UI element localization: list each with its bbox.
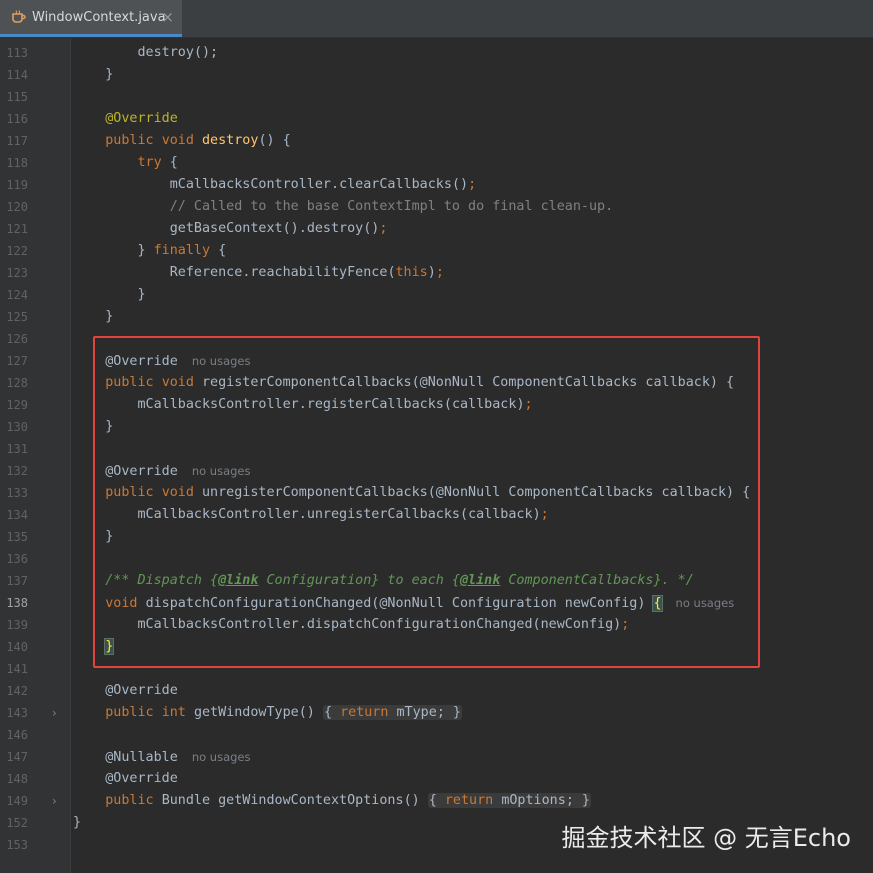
code-line-116: 116 @Override <box>0 108 873 130</box>
usages-hint[interactable]: no usages <box>192 750 251 764</box>
code-line-142: 142 @Override <box>0 680 873 702</box>
code-line-148: 148 @Override <box>0 768 873 790</box>
line-number: 143 <box>6 706 28 720</box>
code-text: @Override <box>105 683 178 698</box>
line-number: 135 <box>6 530 28 544</box>
code-line-125: 125 } <box>0 306 873 328</box>
code-text: @Override <box>105 771 178 786</box>
line-number: 148 <box>6 772 28 786</box>
editor-tab-bar: WindowContext.java × <box>0 0 873 38</box>
chevron-right-icon[interactable]: › <box>52 702 57 724</box>
line-number: 120 <box>6 200 28 214</box>
line-number: 117 <box>6 134 28 148</box>
line-number: 153 <box>6 838 28 852</box>
code-text: // Called to the base ContextImpl to do … <box>169 199 614 214</box>
line-number: 114 <box>6 68 28 82</box>
code-line-143: 143 › public int getWindowType() { retur… <box>0 702 873 724</box>
line-number: 115 <box>6 90 28 104</box>
line-number: 133 <box>6 486 28 500</box>
line-number: 132 <box>6 464 28 478</box>
code-line-113: 113 destroy(); <box>0 42 873 64</box>
code-text: } <box>73 815 82 830</box>
line-number: 124 <box>6 288 28 302</box>
code-text: } <box>73 287 146 302</box>
line-number: 126 <box>6 332 28 346</box>
code-line-119: 119 mCallbacksController.clearCallbacks(… <box>0 174 873 196</box>
line-number: 138 <box>6 596 28 610</box>
tab-label: WindowContext.java <box>32 9 166 25</box>
line-number: 149 <box>6 794 28 808</box>
code-line-122: 122 } finally { <box>0 240 873 262</box>
code-text: public int getWindowType() { return mTyp… <box>105 705 462 720</box>
code-text: } <box>73 67 114 82</box>
line-number: 125 <box>6 310 28 324</box>
code-line-115: 115 <box>0 86 873 108</box>
folded-region[interactable]: { return mOptions; } <box>427 793 591 808</box>
code-line-118: 118 try { <box>0 152 873 174</box>
code-text: getBaseContext().destroy(); <box>169 221 388 236</box>
code-text: try { <box>137 155 178 170</box>
line-number: 122 <box>6 244 28 258</box>
code-text: } finally { <box>73 243 227 258</box>
line-number: 140 <box>6 640 28 654</box>
line-number: 146 <box>6 728 28 742</box>
line-number: 137 <box>6 574 28 588</box>
highlight-annotation-box <box>93 336 760 668</box>
tab-window-context-java[interactable]: WindowContext.java × <box>0 0 182 37</box>
code-text: } <box>73 309 114 324</box>
code-text: public void destroy() { <box>105 133 291 148</box>
line-number: 128 <box>6 376 28 390</box>
line-number: 136 <box>6 552 28 566</box>
java-cup-icon <box>8 6 30 28</box>
line-number: 118 <box>6 156 28 170</box>
folded-region[interactable]: { return mType; } <box>322 705 462 720</box>
line-number: 129 <box>6 398 28 412</box>
watermark-text: 掘金技术社区 @ 无言Echo <box>561 824 851 852</box>
code-line-121: 121 getBaseContext().destroy(); <box>0 218 873 240</box>
code-line-147: 147 @Nullable no usages <box>0 746 873 768</box>
code-text: Reference.reachabilityFence(this); <box>169 265 444 280</box>
line-number: 147 <box>6 750 28 764</box>
line-number: 141 <box>6 662 28 676</box>
code-line-117: 117 public void destroy() { <box>0 130 873 152</box>
code-line-124: 124 } <box>0 284 873 306</box>
code-line-114: 114 } <box>0 64 873 86</box>
line-number: 121 <box>6 222 28 236</box>
line-number: 130 <box>6 420 28 434</box>
line-number: 131 <box>6 442 28 456</box>
line-number: 142 <box>6 684 28 698</box>
code-line-123: 123 Reference.reachabilityFence(this); <box>0 262 873 284</box>
line-number: 127 <box>6 354 28 368</box>
code-line-120: 120 // Called to the base ContextImpl to… <box>0 196 873 218</box>
line-number: 119 <box>6 178 28 192</box>
code-text: public Bundle getWindowContextOptions() … <box>105 793 591 808</box>
code-line-146: 146 <box>0 724 873 746</box>
code-text: mCallbacksController.clearCallbacks(); <box>169 177 477 192</box>
code-text: destroy(); <box>137 45 219 60</box>
line-number: 123 <box>6 266 28 280</box>
code-line-149: 149 › public Bundle getWindowContextOpti… <box>0 790 873 812</box>
line-number: 152 <box>6 816 28 830</box>
line-number: 116 <box>6 112 28 126</box>
code-text: @Nullable no usages <box>105 750 251 765</box>
line-number: 113 <box>6 46 28 60</box>
line-number: 139 <box>6 618 28 632</box>
chevron-right-icon[interactable]: › <box>52 790 57 812</box>
code-text: @Override <box>105 111 178 126</box>
close-icon[interactable]: × <box>161 9 174 26</box>
line-number: 134 <box>6 508 28 522</box>
